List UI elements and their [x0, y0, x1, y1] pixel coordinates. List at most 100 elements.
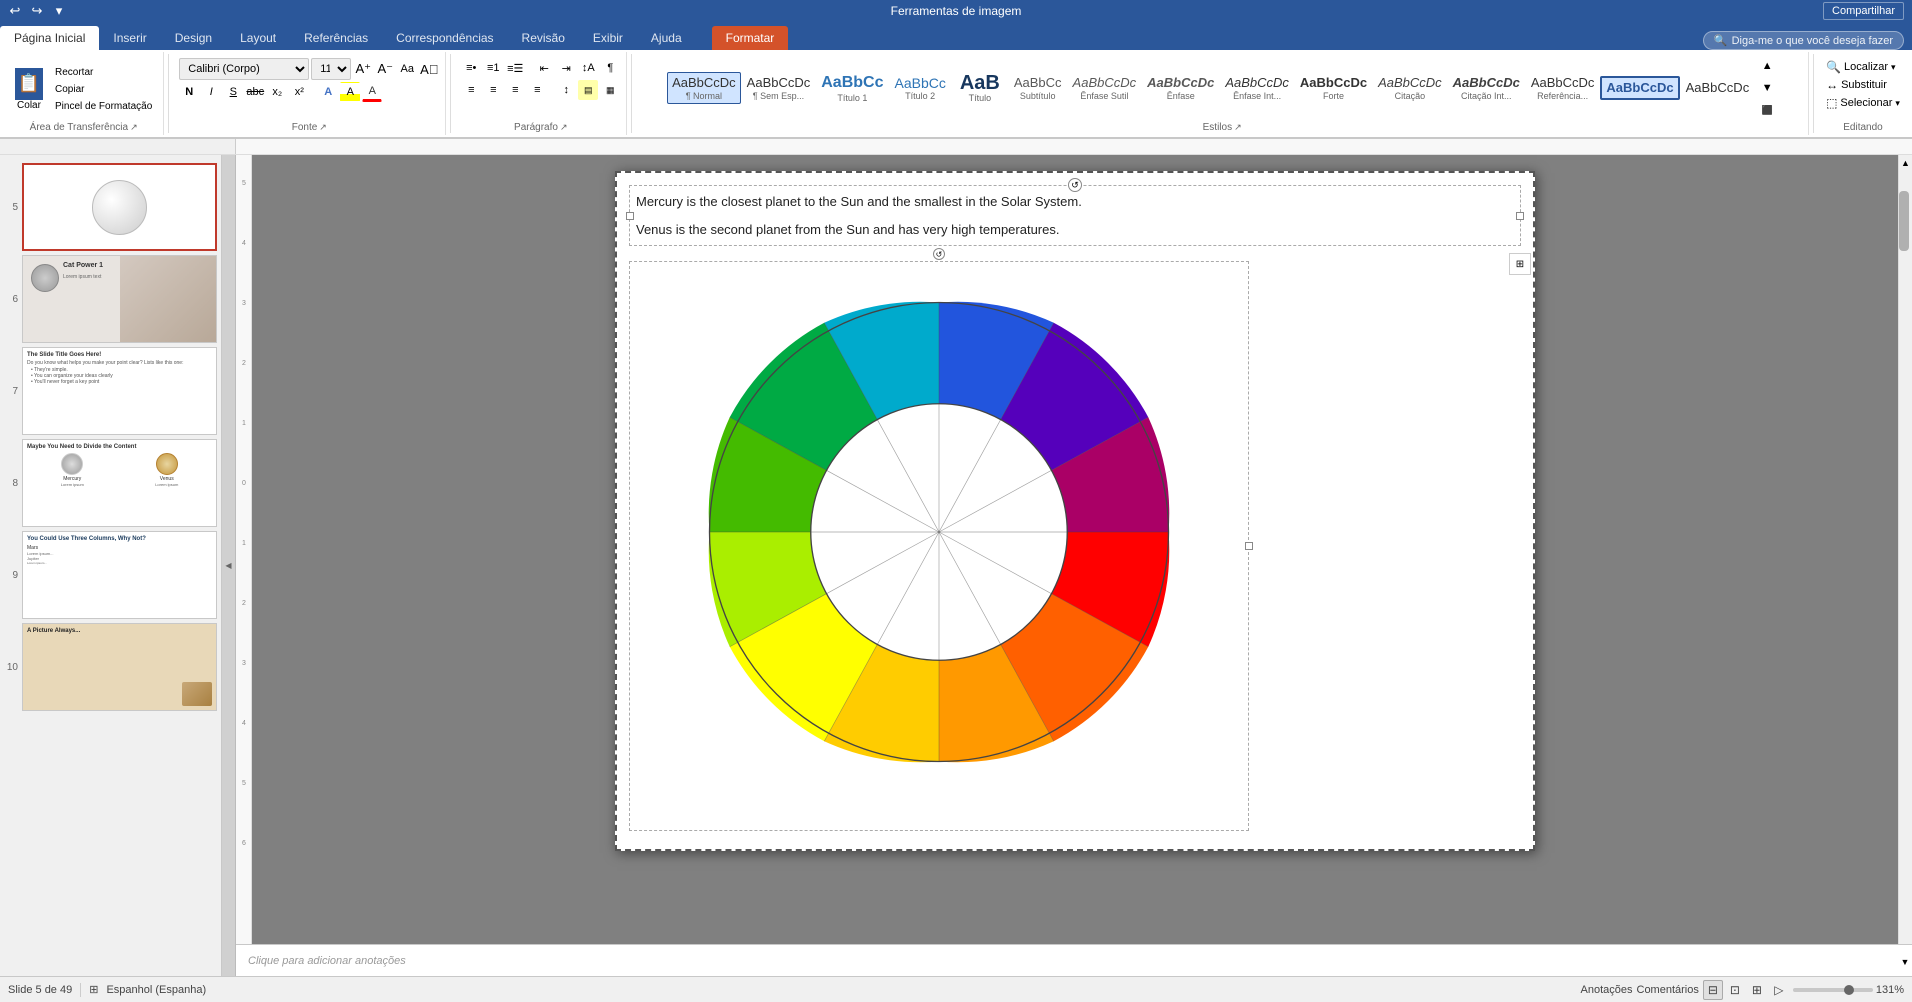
- redo-button[interactable]: ↪: [28, 2, 46, 20]
- color-wheel-area[interactable]: ↺: [629, 261, 1249, 831]
- style-forte[interactable]: AaBbCcDc Forte: [1295, 72, 1372, 104]
- tab-design[interactable]: Design: [161, 26, 226, 50]
- panel-collapse-button[interactable]: ◀: [222, 155, 236, 976]
- align-center-button[interactable]: ≡: [483, 80, 503, 100]
- bold-button[interactable]: N: [179, 82, 199, 102]
- superscript-button[interactable]: x²: [289, 82, 309, 102]
- tab-exibir[interactable]: Exibir: [579, 26, 637, 50]
- image-resize-handle-right[interactable]: [1245, 542, 1253, 550]
- slide-image-7[interactable]: The Slide Title Goes Here! Do you know w…: [22, 347, 217, 435]
- style-extra[interactable]: AaBbCcDc: [1681, 77, 1755, 99]
- zoom-thumb[interactable]: [1844, 985, 1854, 995]
- styles-scroll-up[interactable]: ▲: [1757, 56, 1777, 76]
- change-case-button[interactable]: Aa: [397, 59, 417, 79]
- style-enfase-int[interactable]: AaBbCcDc Ênfase Int...: [1220, 72, 1294, 104]
- sort-button[interactable]: ↕A: [578, 58, 598, 78]
- comments-button[interactable]: Comentários: [1637, 984, 1699, 996]
- styles-expand-btn[interactable]: ↗: [1234, 122, 1242, 133]
- style-highlighted[interactable]: AaBbCcDc: [1600, 76, 1679, 100]
- slide-viewport[interactable]: ↺ Mercury is the closest planet to the S…: [252, 155, 1898, 944]
- outline-view-button[interactable]: ⊡: [1725, 980, 1745, 1000]
- text-effect-button[interactable]: A: [318, 82, 338, 102]
- normal-view-button[interactable]: ⊟: [1703, 980, 1723, 1000]
- slide-thumb-6[interactable]: 6 Cat Power 1 Lorem ipsum text: [4, 255, 217, 343]
- slide-image-10[interactable]: A Picture Always...: [22, 623, 217, 711]
- find-button[interactable]: 🔍 Localizar ▾: [1826, 60, 1900, 74]
- layout-options-button[interactable]: ⊞: [1509, 253, 1531, 275]
- style-enfase[interactable]: AaBbCcDc Ênfase: [1142, 72, 1219, 104]
- language[interactable]: Espanhol (Espanha): [106, 984, 206, 996]
- show-marks-button[interactable]: ¶: [600, 58, 620, 78]
- slideshow-view-button[interactable]: ▷: [1769, 980, 1789, 1000]
- slide-image-5[interactable]: [22, 163, 217, 251]
- quick-access-menu[interactable]: ▾: [50, 2, 68, 20]
- share-button[interactable]: Compartilhar: [1823, 2, 1904, 20]
- bullets-button[interactable]: ≡•: [461, 58, 481, 78]
- tab-pagina-inicial[interactable]: Página Inicial: [0, 26, 99, 50]
- tab-revisao[interactable]: Revisão: [508, 26, 579, 50]
- notes-area[interactable]: Clique para adicionar anotações: [236, 944, 1912, 976]
- strikethrough-button[interactable]: abc: [245, 82, 265, 102]
- numbering-button[interactable]: ≡1: [483, 58, 503, 78]
- style-citacao[interactable]: AaBbCcDc Citação: [1373, 72, 1447, 104]
- tab-inserir[interactable]: Inserir: [99, 26, 160, 50]
- reading-view-button[interactable]: ⊞: [1747, 980, 1767, 1000]
- copy-button[interactable]: Copiar: [50, 82, 157, 97]
- styles-expand[interactable]: ⬛: [1757, 100, 1777, 120]
- scroll-up-button[interactable]: ▲: [1899, 155, 1912, 171]
- notes-button[interactable]: Anotações: [1581, 984, 1633, 996]
- text-highlight-button[interactable]: A: [340, 82, 360, 102]
- increase-indent-button[interactable]: ⇥: [556, 58, 576, 78]
- underline-button[interactable]: S: [223, 82, 243, 102]
- slide-thumb-7[interactable]: 7 The Slide Title Goes Here! Do you know…: [4, 347, 217, 435]
- styles-scroll-down[interactable]: ▼: [1757, 78, 1777, 98]
- text-content-area[interactable]: ↺ Mercury is the closest planet to the S…: [629, 185, 1521, 246]
- tab-formatar[interactable]: Formatar: [712, 26, 789, 50]
- clear-format-button[interactable]: A⃫: [419, 59, 439, 79]
- search-bar[interactable]: 🔍 Diga-me o que você deseja fazer: [1703, 31, 1904, 50]
- tab-ajuda[interactable]: Ajuda: [637, 26, 696, 50]
- paste-button[interactable]: 📋 Colar: [10, 65, 48, 114]
- word-count-icon[interactable]: ⊞: [89, 983, 98, 996]
- style-titulo[interactable]: AaB Título: [952, 70, 1008, 106]
- decrease-indent-button[interactable]: ⇤: [534, 58, 554, 78]
- zoom-level[interactable]: 131%: [1876, 984, 1904, 996]
- rotate-handle-image[interactable]: ↺: [933, 248, 945, 260]
- slide-image-9[interactable]: You Could Use Three Columns, Why Not? Ma…: [22, 531, 217, 619]
- scroll-thumb[interactable]: [1899, 191, 1909, 251]
- vertical-scrollbar[interactable]: ▲ ▼: [1898, 155, 1912, 944]
- tab-correspondencias[interactable]: Correspondências: [382, 26, 507, 50]
- justify-button[interactable]: ≡: [527, 80, 547, 100]
- zoom-slider[interactable]: [1793, 988, 1873, 992]
- font-size-select[interactable]: 11: [311, 58, 351, 80]
- style-titulo1[interactable]: AaBbCc Título 1: [816, 70, 888, 105]
- style-subtitulo[interactable]: AaBbCc Subtítulo: [1009, 72, 1067, 104]
- style-enfase-sutil[interactable]: AaBbCcDc Ênfase Sutil: [1068, 72, 1142, 104]
- cut-button[interactable]: Recortar: [50, 65, 157, 80]
- increase-size-button[interactable]: A⁺: [353, 59, 373, 79]
- font-color-button[interactable]: A: [362, 82, 382, 102]
- line-spacing-button[interactable]: ↕: [556, 80, 576, 100]
- paragraph-expand[interactable]: ↗: [560, 122, 568, 133]
- align-right-button[interactable]: ≡: [505, 80, 525, 100]
- align-left-button[interactable]: ≡: [461, 80, 481, 100]
- border-button[interactable]: ▦: [600, 80, 620, 100]
- undo-button[interactable]: ↩: [6, 2, 24, 20]
- style-sem-esp[interactable]: AaBbCcDc ¶ Sem Esp...: [742, 72, 816, 104]
- rotate-handle-text[interactable]: ↺: [1068, 178, 1082, 192]
- slide-image-8[interactable]: Maybe You Need to Divide the Content Mer…: [22, 439, 217, 527]
- slide-thumb-5[interactable]: 5: [4, 163, 217, 251]
- multilevel-list-button[interactable]: ≡☰: [505, 58, 525, 78]
- slide-thumb-8[interactable]: 8 Maybe You Need to Divide the Content M…: [4, 439, 217, 527]
- style-titulo2[interactable]: AaBbCc Título 2: [889, 72, 950, 105]
- tab-referencias[interactable]: Referências: [290, 26, 382, 50]
- slide-thumb-9[interactable]: 9 You Could Use Three Columns, Why Not? …: [4, 531, 217, 619]
- slide-thumb-10[interactable]: 10 A Picture Always...: [4, 623, 217, 711]
- italic-button[interactable]: I: [201, 82, 221, 102]
- resize-handle-left[interactable]: [626, 212, 634, 220]
- decrease-size-button[interactable]: A⁻: [375, 59, 395, 79]
- select-button[interactable]: ⬚ Selecionar ▾: [1826, 96, 1900, 110]
- clipboard-expand[interactable]: ↗: [130, 122, 138, 133]
- style-referencia[interactable]: AaBbCcDc Referência...: [1526, 72, 1600, 104]
- replace-button[interactable]: ↔ Substituir: [1826, 78, 1900, 92]
